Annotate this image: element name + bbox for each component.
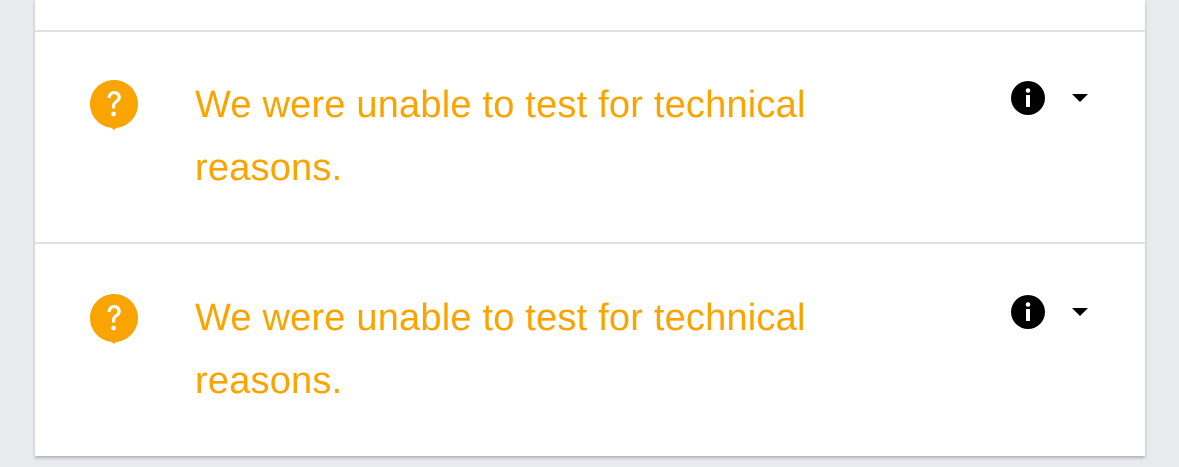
result-row: We were unable to test for technical rea… [35, 32, 1145, 242]
info-icon[interactable] [1011, 295, 1045, 329]
caret-down-icon[interactable] [1070, 306, 1090, 318]
question-bubble-icon [90, 80, 138, 130]
result-row: We were unable to test for technical rea… [35, 244, 1145, 456]
result-message: We were unable to test for technical rea… [195, 297, 806, 402]
question-bubble-icon [90, 294, 138, 344]
results-card: We were unable to test for technical rea… [35, 0, 1145, 456]
caret-down-icon[interactable] [1070, 92, 1090, 104]
info-icon[interactable] [1011, 81, 1045, 115]
result-message: We were unable to test for technical rea… [195, 84, 806, 189]
